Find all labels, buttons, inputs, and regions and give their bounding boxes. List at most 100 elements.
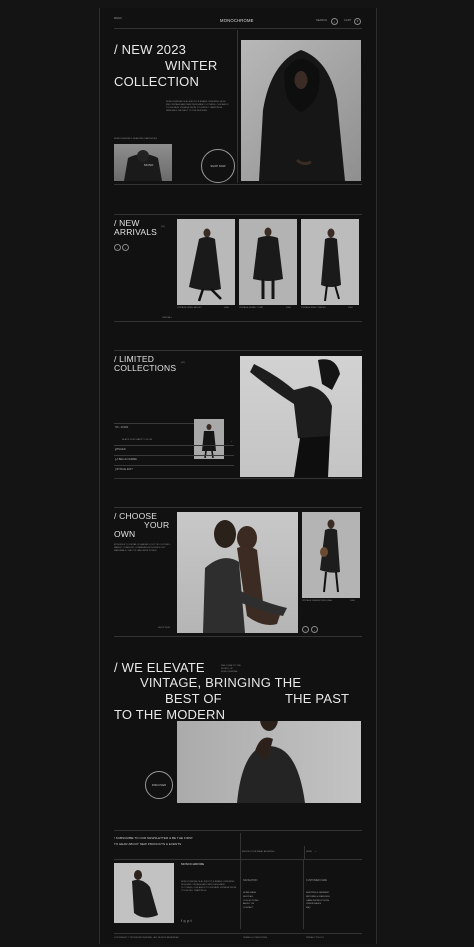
collection-arrow-icon: ›	[115, 457, 116, 462]
elevate-line1: / WE ELEVATE	[114, 660, 205, 675]
product-card-image[interactable]	[239, 219, 297, 305]
choose-bottom-rule	[114, 636, 362, 637]
elevate-line4: TO THE MODERN	[114, 707, 226, 722]
page: MENU MONOCHROME SEARCH ⌕ CART 0 / NEW 20…	[99, 8, 377, 944]
privacy-link[interactable]: PRIVACY POLICY	[306, 937, 324, 940]
hero-title-line1: / NEW 2023	[114, 42, 187, 57]
arrivals-title-line2: ARRIVALS	[114, 227, 158, 237]
collection-arrow-icon: ›	[115, 467, 116, 472]
product-card-image[interactable]	[177, 219, 235, 305]
twitter-icon[interactable]: t	[191, 919, 193, 923]
discover-button[interactable]: DISCOVER	[145, 771, 173, 799]
brand-logo[interactable]: MONOCHROME	[220, 18, 254, 23]
header-divider	[114, 28, 362, 29]
collection-arrow-icon: ›	[115, 447, 116, 452]
limited-title-line2: COLLECTIONS	[114, 363, 177, 373]
arrivals-count: (01)	[161, 226, 165, 228]
collection-sub-label: BLACK IS MY HAPPY COLOR	[122, 439, 153, 441]
footer-col2-title: CUSTOMER CARE	[306, 879, 327, 882]
copyright: COPYRIGHT © 2023 MONOCHROME · ALL RIGHTS…	[114, 937, 179, 939]
newsletter-divider	[240, 833, 241, 859]
choose-title-line1: / CHOOSE	[114, 511, 158, 521]
send-button[interactable]: SEND	[306, 851, 312, 854]
limited-title-line1: / LIMITED	[114, 354, 155, 364]
collection-row[interactable]: VINTAGE EDIT ›	[114, 465, 234, 473]
collection-row[interactable]: '00 - 2010S	[114, 423, 194, 431]
footer-link[interactable]: CONTACT	[243, 907, 258, 911]
choose-next-arrow-icon[interactable]: ›	[311, 626, 318, 633]
choose-product-name[interactable]: VINTAGE DRAWSTRING BAG	[302, 600, 332, 603]
hero-thumb-caption: MONOCHROME 5 SEASONS 3 ARCHIVES	[114, 138, 158, 140]
footer-col-rule-1	[240, 859, 241, 929]
hero-title-line3: COLLECTION	[114, 74, 200, 89]
arrivals-prev-arrow-icon[interactable]: ‹	[114, 244, 121, 251]
cart-link[interactable]: CART	[344, 19, 351, 22]
choose-product-image[interactable]	[302, 512, 360, 598]
footer-link[interactable]: FAQ	[306, 907, 330, 911]
view-all-link[interactable]: VIEW ALL	[162, 317, 172, 320]
product-card-image[interactable]	[301, 219, 359, 305]
product-price: £000	[224, 307, 229, 309]
elevate-line2: VINTAGE, BRINGING THE	[140, 675, 302, 690]
hero-thumbnail[interactable]: MONO	[114, 144, 172, 181]
discover-label: DISCOVER	[151, 783, 167, 787]
footer-about: MONOCHROME IS A LIFESTYLE BRAND OFFERING…	[181, 881, 237, 892]
product-price: £000	[286, 307, 291, 309]
send-arrow-icon[interactable]: →	[314, 849, 317, 853]
collection-row[interactable]: WINGED ›	[114, 445, 234, 453]
product-name[interactable]: VINTAGE EMILY DRESS	[301, 307, 326, 310]
arrivals-bottom-rule	[114, 321, 362, 322]
menu-button[interactable]: MENU	[114, 17, 122, 20]
footer-image	[114, 863, 174, 923]
hero-image	[241, 40, 361, 181]
product-name[interactable]: VINTAGE KERRY COAT	[239, 307, 263, 310]
footer-col1-title: NAVIGATION	[243, 879, 258, 882]
hero-bottom-rule	[114, 184, 362, 185]
search-link[interactable]: SEARCH	[316, 19, 327, 22]
choose-shop-now-link[interactable]: SHOP NOW	[158, 627, 170, 630]
footer-col2-links: SHIPPING & PAYMENT RETURNS & REFUNDS CAR…	[306, 892, 330, 911]
arrivals-next-arrow-icon[interactable]: ›	[122, 244, 129, 251]
hero-title-line2: WINTER	[165, 58, 218, 73]
elevate-line3b: THE PAST	[285, 691, 350, 706]
cart-count-badge[interactable]: 0	[354, 18, 361, 25]
newsletter-heading-line2: TO HEAR ABOUT NEW PRODUCTS & EVENTS	[114, 842, 182, 846]
limited-top-rule	[114, 350, 362, 351]
shop-now-button[interactable]: SHOP NOW	[201, 149, 235, 183]
arrivals-top-rule	[114, 214, 362, 215]
terms-link[interactable]: TERMS & CONDITIONS	[243, 937, 267, 940]
cart-count: 0	[356, 20, 359, 23]
svg-text:MONO: MONO	[144, 163, 154, 167]
elevate-image	[177, 721, 361, 803]
email-input-divider	[304, 846, 305, 859]
footer-bottom-rule	[114, 933, 362, 934]
email-input[interactable]: ENTER YOUR EMAIL ADDRESS	[242, 851, 274, 854]
choose-product-price: £000	[350, 600, 355, 602]
choose-top-rule	[114, 507, 362, 508]
limited-count: (02)	[181, 362, 185, 364]
newsletter-heading-line1: / SUBSCRIBE TO OUR NEWSLETTER & BE THE F…	[114, 836, 193, 840]
product-name[interactable]: VINTAGE JENN JACKET	[177, 307, 202, 310]
collection-label: '00 - 2010S	[115, 426, 129, 429]
choose-title-line2: YOUR	[144, 520, 170, 530]
collection-arrow-icon[interactable]: ›	[231, 439, 232, 443]
hero-description: MONOCHROME IS A LIFESTYLE BRAND OFFERING…	[166, 101, 229, 112]
newsletter-bottom-rule	[114, 859, 362, 860]
footer-brand: MONOCHROME	[181, 862, 205, 866]
social-icons: f◎pt	[181, 919, 193, 923]
choose-title-line3: OWN	[114, 529, 136, 539]
limited-bottom-rule	[114, 478, 362, 479]
elevate-line3a: BEST OF	[165, 691, 222, 706]
choose-main-image	[177, 512, 298, 633]
choose-prev-arrow-icon[interactable]: ‹	[302, 626, 309, 633]
choose-description: EPISODES TO DETAIL IS LARGELY OUT OF CLO…	[114, 544, 171, 552]
collection-row[interactable]: LA BELLE FEMME ›	[114, 455, 234, 463]
arrivals-title-line1: / NEW	[114, 218, 140, 228]
footer-col1-links: HOME PAGE SHOP ALL COLLECTIONS ABOUT US …	[243, 892, 258, 911]
search-icon[interactable]: ⌕	[331, 18, 338, 25]
collection-thumbnail[interactable]	[194, 419, 224, 459]
elevate-bottom-rule	[114, 830, 362, 831]
product-price: £000	[348, 307, 353, 309]
footer-col-rule-2	[303, 859, 304, 929]
limited-hero-image	[240, 356, 362, 477]
